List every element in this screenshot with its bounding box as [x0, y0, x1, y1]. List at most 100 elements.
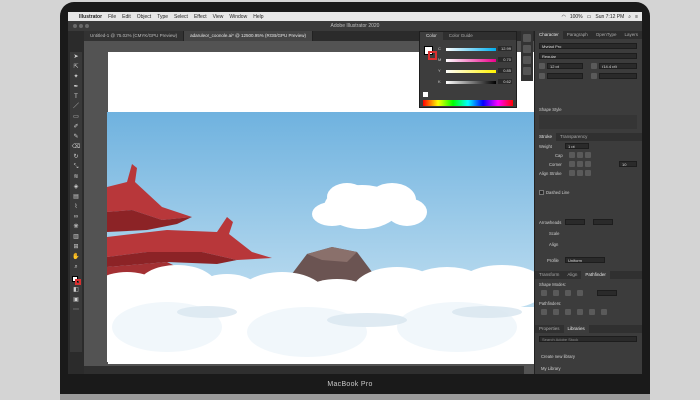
artboard-tool-icon[interactable]: ⊞: [71, 243, 81, 252]
align-inside-stroke-icon[interactable]: [577, 170, 583, 176]
slider-cyan[interactable]: C 12.99: [438, 46, 514, 52]
tab-properties[interactable]: Properties: [535, 325, 564, 333]
none-swatch[interactable]: [423, 92, 428, 97]
align-outside-stroke-icon[interactable]: [585, 170, 591, 176]
profile-select[interactable]: Uniform: [565, 257, 605, 263]
zoom-tool-icon[interactable]: ⌕: [71, 263, 81, 272]
stroke-swatch[interactable]: [75, 279, 81, 285]
slider-yellow[interactable]: Y 0.85: [438, 68, 514, 74]
scale-tool-icon[interactable]: ⤡: [71, 163, 81, 172]
minus-front-icon[interactable]: [553, 290, 559, 296]
brushes-panel-icon[interactable]: [523, 56, 531, 64]
merge-icon[interactable]: [565, 309, 571, 315]
type-tool-icon[interactable]: T: [71, 93, 81, 102]
shape-builder-icon[interactable]: ◈: [71, 183, 81, 192]
projecting-cap-icon[interactable]: [585, 152, 591, 158]
slider-black[interactable]: K 0.62: [438, 79, 514, 85]
line-tool-icon[interactable]: ／: [71, 103, 81, 112]
rotate-tool-icon[interactable]: ↻: [71, 153, 81, 162]
search-icon[interactable]: ⌕: [628, 14, 631, 20]
color-panel-icon[interactable]: [523, 34, 531, 42]
menu-app-name[interactable]: Illustrator: [79, 14, 102, 20]
swatches-panel-icon[interactable]: [523, 45, 531, 53]
shape-style-area[interactable]: [539, 115, 637, 129]
trim-icon[interactable]: [553, 309, 559, 315]
font-family-field[interactable]: Myriad Pro: [539, 43, 637, 49]
artwork[interactable]: [107, 112, 537, 362]
divide-icon[interactable]: [541, 309, 547, 315]
stroke-weight-field[interactable]: 1 pt: [565, 143, 589, 149]
tab-layers[interactable]: Layers: [621, 31, 642, 39]
tab-document-2[interactable]: adaruleor_coonole.ai* @ 12500.95% (RGB/G…: [184, 31, 313, 41]
draw-mode-icon[interactable]: ◧: [71, 286, 81, 295]
zoom-window-button[interactable]: [85, 24, 89, 28]
menu-edit[interactable]: Edit: [122, 14, 131, 20]
magic-wand-icon[interactable]: ✦: [71, 73, 81, 82]
slider-magenta[interactable]: M 0.70: [438, 57, 514, 63]
edit-toolbar-icon[interactable]: ⋯: [71, 306, 81, 315]
tab-transparency[interactable]: Transparency: [556, 133, 591, 141]
exclude-icon[interactable]: [577, 290, 583, 296]
selection-tool-icon[interactable]: ➤: [71, 53, 81, 62]
tab-align[interactable]: Align: [563, 271, 581, 279]
gradient-tool-icon[interactable]: ▤: [71, 193, 81, 202]
tab-opentype[interactable]: OpenType: [592, 31, 621, 39]
minimize-window-button[interactable]: [79, 24, 83, 28]
intersect-icon[interactable]: [565, 290, 571, 296]
paintbrush-tool-icon[interactable]: ✐: [71, 123, 81, 132]
direct-selection-tool-icon[interactable]: ⇱: [71, 63, 81, 72]
color-stroke-swatch[interactable]: [428, 51, 437, 60]
butt-cap-icon[interactable]: [569, 152, 575, 158]
round-join-icon[interactable]: [577, 161, 583, 167]
start-arrowhead-select[interactable]: [565, 219, 585, 225]
miter-join-icon[interactable]: [569, 161, 575, 167]
pencil-tool-icon[interactable]: ✎: [71, 133, 81, 142]
outline-icon[interactable]: [589, 309, 595, 315]
graph-tool-icon[interactable]: ▥: [71, 233, 81, 242]
screen-mode-icon[interactable]: ▣: [71, 296, 81, 305]
tab-character[interactable]: Character: [535, 31, 563, 39]
tab-stroke[interactable]: Stroke: [535, 133, 557, 141]
my-library-item[interactable]: My Library: [541, 366, 561, 371]
width-tool-icon[interactable]: ≋: [71, 173, 81, 182]
hand-tool-icon[interactable]: ✋: [71, 253, 81, 262]
crop-icon[interactable]: [577, 309, 583, 315]
wifi-icon[interactable]: ◠: [561, 14, 565, 20]
library-search-input[interactable]: Search Adobe Stock: [539, 336, 637, 342]
pen-tool-icon[interactable]: ✒: [71, 83, 81, 92]
eyedropper-tool-icon[interactable]: ⌇: [71, 203, 81, 212]
close-window-button[interactable]: [73, 24, 77, 28]
menu-effect[interactable]: Effect: [194, 14, 207, 20]
minus-back-icon[interactable]: [601, 309, 607, 315]
menu-list-icon[interactable]: ≡: [635, 14, 638, 20]
miter-limit-field[interactable]: 10: [619, 161, 637, 167]
end-arrowhead-select[interactable]: [593, 219, 613, 225]
menu-help[interactable]: Help: [253, 14, 263, 20]
tab-pathfinder[interactable]: Pathfinder: [581, 271, 610, 279]
color-spectrum[interactable]: [423, 100, 513, 106]
menu-file[interactable]: File: [108, 14, 116, 20]
menu-select[interactable]: Select: [174, 14, 188, 20]
battery-icon[interactable]: ▭: [587, 14, 592, 20]
tab-paragraph[interactable]: Paragraph: [563, 31, 592, 39]
unite-icon[interactable]: [541, 290, 547, 296]
rectangle-tool-icon[interactable]: ▭: [71, 113, 81, 122]
tab-document-1[interactable]: Untitled-1 @ 75.02% (CMYK/GPU Preview): [84, 31, 185, 41]
symbols-panel-icon[interactable]: [523, 67, 531, 75]
tab-color-guide[interactable]: Color Guide: [443, 32, 479, 40]
menu-object[interactable]: Object: [137, 14, 151, 20]
tab-transform[interactable]: Transform: [535, 271, 563, 279]
bevel-join-icon[interactable]: [585, 161, 591, 167]
menu-view[interactable]: View: [213, 14, 224, 20]
menu-window[interactable]: Window: [229, 14, 247, 20]
symbol-tool-icon[interactable]: ❋: [71, 223, 81, 232]
tab-color[interactable]: Color: [420, 32, 443, 40]
font-size-field[interactable]: 12 pt: [547, 63, 583, 69]
align-center-stroke-icon[interactable]: [569, 170, 575, 176]
blend-tool-icon[interactable]: ∞: [71, 213, 81, 222]
round-cap-icon[interactable]: [577, 152, 583, 158]
font-style-field[interactable]: Regular: [539, 53, 637, 59]
leading-field[interactable]: (14.4 pt): [599, 63, 637, 69]
kerning-field[interactable]: [547, 73, 583, 79]
create-library-button[interactable]: Create new library: [541, 354, 575, 359]
